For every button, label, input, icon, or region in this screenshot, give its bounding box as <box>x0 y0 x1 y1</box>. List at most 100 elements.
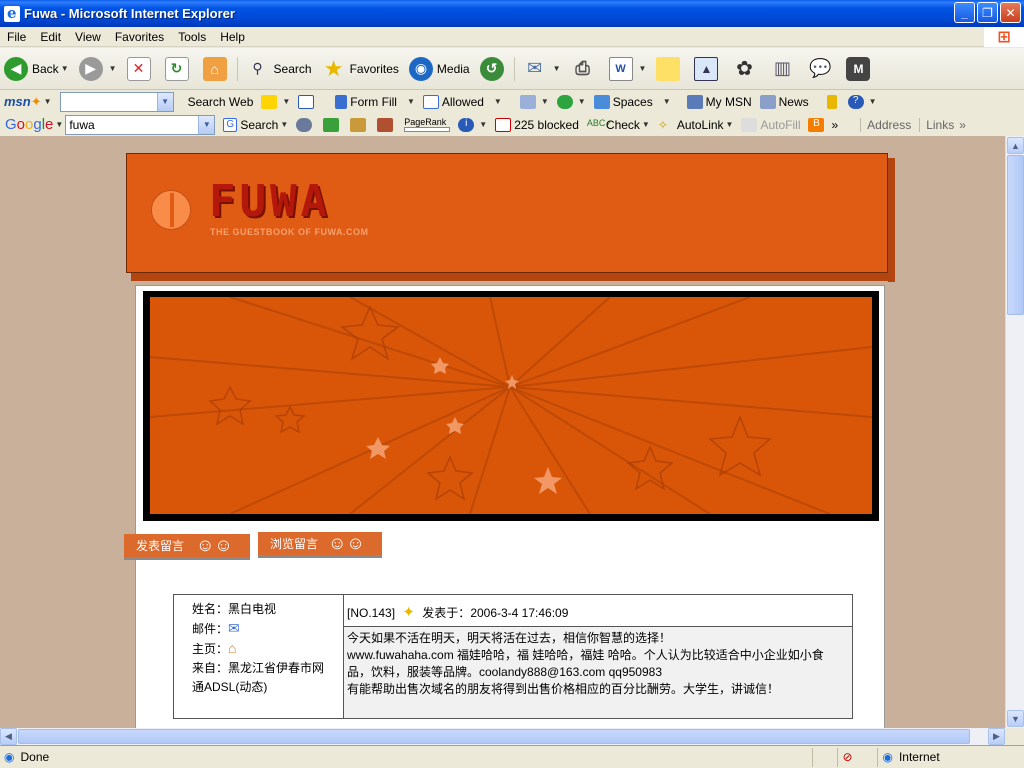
envelope-icon <box>519 94 536 109</box>
popup-allowed-button[interactable]: Allowed ▼ <box>422 94 502 109</box>
horizontal-scrollbar[interactable]: ◀ ▶ <box>0 728 1005 745</box>
search-button[interactable]: ⚲ Search <box>236 56 312 81</box>
spellcheck-button[interactable]: ABC✓ Check ▼ <box>587 118 650 132</box>
autolink-button[interactable]: ✧ AutoLink ▼ <box>658 118 734 132</box>
address-bar-label[interactable]: Address <box>860 117 911 132</box>
google-toolbar: Go o g l e ▼ fuwa ▼ G Search ▼ PageRank i ▼ 225 b… <box>0 113 1024 137</box>
vertical-scrollbar[interactable]: ▲ ▼ <box>1005 136 1024 728</box>
flower-button[interactable]: ✿ <box>728 57 760 81</box>
refresh-button[interactable]: ↻ <box>161 56 193 81</box>
page-info-button[interactable]: i ▼ <box>458 117 487 132</box>
tab-browse-messages[interactable]: 浏览留言 ☺☺ <box>258 532 382 558</box>
favorites-button[interactable]: ★ Favorites <box>318 55 399 81</box>
back-arrow-icon: ◀ <box>4 56 28 81</box>
menu-help[interactable]: Help <box>213 30 252 44</box>
entry-header: [NO.143] ✦ 发表于：2006-3-4 17:46:09 <box>343 594 853 627</box>
poster-name: 黑白电视 <box>228 602 277 616</box>
privacy-blocked-icon[interactable]: ⊘ <box>842 750 852 764</box>
pagerank-indicator[interactable]: PageRank <box>404 117 451 132</box>
research-button[interactable]: ▥ <box>766 57 798 81</box>
search-web-button[interactable]: Search Web <box>188 95 254 109</box>
form-fill-button[interactable]: Form Fill ▼ <box>335 94 415 109</box>
entry-timestamp: 2006-3-4 17:46:09 <box>470 606 569 620</box>
site-search-button[interactable] <box>296 117 315 132</box>
msn-logo[interactable]: msn ✦ ▼ <box>4 94 52 110</box>
title-bar: Fuwa - Microsoft Internet Explorer _ ❐ ✕ <box>0 0 1024 27</box>
menu-tools[interactable]: Tools <box>171 30 213 44</box>
news-button[interactable]: News <box>759 94 809 109</box>
email-icon[interactable]: ✉ <box>228 620 240 636</box>
help-icon: ? <box>847 94 864 109</box>
close-button[interactable]: ✕ <box>1000 2 1021 23</box>
picture-button[interactable]: ▲ <box>690 56 722 81</box>
site-logo[interactable]: FUWA <box>209 176 331 227</box>
highlight-button[interactable]: ▼ <box>261 94 290 109</box>
home-button[interactable]: ⌂ <box>199 56 231 81</box>
vertical-scroll-thumb[interactable] <box>1007 155 1024 315</box>
news-search-button[interactable] <box>323 117 342 132</box>
links-bar-label[interactable]: Links» <box>919 117 966 132</box>
highlight-words-button[interactable] <box>377 117 396 132</box>
sticky-note-icon <box>656 56 681 81</box>
back-button[interactable]: ◀ Back ▼ <box>0 56 69 81</box>
msn-edit-button[interactable] <box>298 94 317 109</box>
autofill-button[interactable]: AutoFill <box>741 117 800 132</box>
msn-toolbar: msn ✦ ▼ ▼ Search Web ▼ Form Fill ▼ Allowed ▼… <box>0 90 1024 114</box>
popup-blocker-button[interactable]: 225 blocked <box>495 117 579 132</box>
printer-icon: ⎙ <box>575 58 590 78</box>
media-globe-icon: ◉ <box>408 56 433 81</box>
page-viewport: FUWA THE GUESTBOOK OF FUWA.COM 发表留言 ☺☺ 浏… <box>0 136 1005 728</box>
fireworks-banner <box>143 291 879 521</box>
mail-button[interactable]: ✉ ▼ <box>513 56 561 81</box>
horizontal-scroll-thumb[interactable] <box>18 729 970 744</box>
home-icon: ⌂ <box>202 56 227 81</box>
msn-search-input[interactable]: ▼ <box>59 91 174 112</box>
research-icon: ▥ <box>773 58 791 78</box>
cartoon-couple-icon: ☺☺ <box>328 533 365 553</box>
google-search-button[interactable]: G Search ▼ <box>223 117 288 132</box>
google-logo[interactable]: Go o g l e ▼ <box>5 116 63 133</box>
my-msn-icon <box>686 94 703 109</box>
msn-help-button[interactable]: ? ▼ <box>847 94 877 109</box>
spaces-button[interactable]: Spaces ▼ <box>593 94 671 109</box>
media-button[interactable]: ◉ Media <box>405 56 470 81</box>
image-search-button[interactable] <box>350 117 369 132</box>
maxthon-button[interactable]: M <box>842 56 874 81</box>
menu-favorites[interactable]: Favorites <box>108 30 171 44</box>
star-icon: ★ <box>323 55 344 81</box>
menu-edit[interactable]: Edit <box>33 30 68 44</box>
flower-icon: ✿ <box>736 58 753 80</box>
scroll-left-button[interactable]: ◀ <box>0 728 17 745</box>
notes-button[interactable] <box>652 56 684 81</box>
pencil-icon <box>298 94 315 109</box>
form-fill-icon <box>335 94 348 109</box>
my-msn-button[interactable]: My MSN <box>686 94 752 109</box>
menu-file[interactable]: File <box>0 30 33 44</box>
history-button[interactable]: ↺ <box>476 56 508 81</box>
print-button[interactable]: ⎙ <box>567 57 599 81</box>
menu-view[interactable]: View <box>68 30 108 44</box>
scroll-down-button[interactable]: ▼ <box>1007 710 1024 727</box>
site-header: FUWA THE GUESTBOOK OF FUWA.COM <box>126 153 888 273</box>
scroll-right-button[interactable]: ▶ <box>988 728 1005 745</box>
stop-button[interactable]: ✕ <box>123 56 155 81</box>
highlight-words-icon <box>377 117 394 132</box>
google-search-input[interactable]: fuwa ▼ <box>65 114 216 135</box>
m-logo-icon: M <box>846 56 871 81</box>
edit-button[interactable]: W ▼ <box>605 56 646 81</box>
msn-mail-button[interactable]: ▼ <box>519 94 549 109</box>
binoculars-icon <box>296 117 313 132</box>
poster-info: 姓名：黑白电视 邮件：✉ 主页：⌂ 来自：黑龙江省伊春市网通ADSL(动态) <box>173 594 344 719</box>
scroll-up-button[interactable]: ▲ <box>1007 137 1024 154</box>
msn-options-button[interactable] <box>826 94 840 109</box>
homepage-icon[interactable]: ⌂ <box>228 640 236 656</box>
msn-buddies-button[interactable]: ▼ <box>556 94 586 109</box>
maximize-button[interactable]: ❐ <box>977 2 998 23</box>
tab-post-message[interactable]: 发表留言 ☺☺ <box>124 534 250 560</box>
status-bar: ◉ Done ⊘ ◉ Internet <box>0 745 1024 768</box>
blogger-button[interactable]: B» <box>808 117 838 132</box>
forward-button[interactable]: ▶ ▼ <box>75 56 117 81</box>
minimize-button[interactable]: _ <box>954 2 975 23</box>
speech-bubble-icon: 💬 <box>809 58 832 78</box>
messenger-button[interactable]: 💬 <box>804 57 836 81</box>
